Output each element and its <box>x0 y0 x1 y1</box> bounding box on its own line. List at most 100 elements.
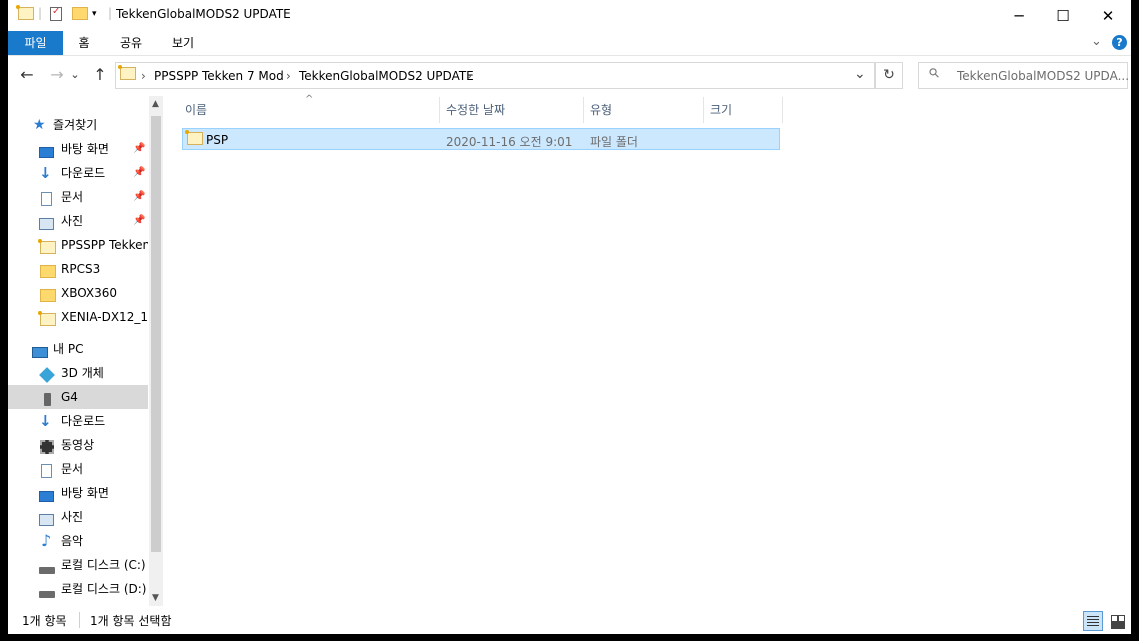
navigation-pane: ★ 즐겨찾기 바탕 화면 📌 ↓ 다운로드 📌 문서 📌 사진 📌 PPSSPP… <box>8 96 163 606</box>
download-icon: ↓ <box>39 412 52 430</box>
nav-label: 사진 <box>61 510 84 524</box>
download-icon: ↓ <box>39 164 52 182</box>
folder-qa-icon[interactable] <box>72 7 88 23</box>
breadcrumb-item-1[interactable]: TekkenGlobalMODS2 UPDATE <box>299 69 474 83</box>
nav-item-this-pc[interactable]: 내 PC <box>8 337 148 361</box>
column-header-size[interactable]: 크기 <box>710 97 780 123</box>
nav-item-downloads-pinned[interactable]: ↓ 다운로드 📌 <box>8 161 148 185</box>
new-folder-qa-icon[interactable] <box>16 5 34 23</box>
nav-item-xenia[interactable]: XENIA-DX12_1.0 <box>8 305 148 329</box>
nav-label: 바탕 화면 <box>61 142 109 156</box>
column-header-name[interactable]: 이름 <box>185 97 439 123</box>
star-icon: ★ <box>33 117 46 133</box>
scroll-down-icon[interactable]: ▼ <box>152 593 159 603</box>
nav-item-desktop-pinned[interactable]: 바탕 화면 📌 <box>8 137 148 161</box>
desktop-icon <box>39 142 55 158</box>
nav-label: 바탕 화면 <box>61 486 109 500</box>
breadcrumb-separator-2[interactable]: › <box>467 69 472 83</box>
nav-item-pictures-pinned[interactable]: 사진 📌 <box>8 209 148 233</box>
minimize-button[interactable]: ─ <box>996 0 1042 31</box>
properties-qa-icon[interactable]: ✓ <box>50 6 62 21</box>
window-title: TekkenGlobalMODS2 UPDATE <box>116 7 291 21</box>
nav-label: XENIA-DX12_1.0 <box>61 310 148 324</box>
nav-item-ppsspp-tekken[interactable]: PPSSPP Tekken <box>8 233 148 257</box>
document-icon <box>41 462 57 478</box>
pin-icon: 📌 <box>133 143 146 154</box>
up-button[interactable]: ↑ <box>89 64 111 86</box>
nav-item-pictures[interactable]: 사진 <box>8 505 148 529</box>
nav-item-quick-access[interactable]: ★ 즐겨찾기 <box>8 113 148 137</box>
column-divider[interactable] <box>583 97 584 123</box>
pictures-icon <box>39 214 55 230</box>
nav-item-documents-pinned[interactable]: 문서 📌 <box>8 185 148 209</box>
ribbon-expand-icon[interactable]: ⌄ <box>1091 34 1102 49</box>
column-divider[interactable] <box>782 97 783 123</box>
nav-item-documents[interactable]: 문서 <box>8 457 148 481</box>
nav-item-desktop[interactable]: 바탕 화면 <box>8 481 148 505</box>
breadcrumb-separator-0[interactable]: › <box>141 69 146 83</box>
nav-item-xbox360[interactable]: XBOX360 <box>8 281 148 305</box>
nav-label: 3D 개체 <box>61 366 104 380</box>
close-button[interactable]: ✕ <box>1085 0 1131 31</box>
nav-scrollbar-thumb[interactable] <box>151 116 161 552</box>
explorer-window: | ✓ ▾ | TekkenGlobalMODS2 UPDATE ─ ☐ ✕ 파… <box>8 0 1131 634</box>
status-divider <box>79 612 80 628</box>
back-button[interactable]: ← <box>16 64 38 86</box>
address-dropdown-icon[interactable]: ⌄ <box>854 66 866 82</box>
nav-label: 다운로드 <box>61 166 106 180</box>
pin-icon: 📌 <box>133 215 146 226</box>
search-input[interactable]: TekkenGlobalMODS2 UPDA... <box>957 69 1129 83</box>
nav-label: 즐겨찾기 <box>53 118 98 132</box>
nav-item-rpcs3[interactable]: RPCS3 <box>8 257 148 281</box>
column-divider[interactable] <box>439 97 440 123</box>
maximize-button[interactable]: ☐ <box>1040 0 1086 31</box>
nav-label: 다운로드 <box>61 414 106 428</box>
nav-label: PPSSPP Tekken <box>61 238 148 252</box>
nav-item-downloads[interactable]: ↓ 다운로드 <box>8 409 148 433</box>
help-icon[interactable]: ? <box>1112 35 1127 50</box>
nav-label: G4 <box>61 390 78 404</box>
folder-icon <box>38 238 56 254</box>
forward-button[interactable]: → <box>46 64 68 86</box>
breadcrumb-separator-1[interactable]: › <box>286 69 291 83</box>
scroll-up-icon[interactable]: ▲ <box>152 99 159 109</box>
nav-item-drive-c[interactable]: 로컬 디스크 (C:) <box>8 553 148 577</box>
nav-label: 로컬 디스크 (D:) <box>61 582 147 596</box>
nav-item-music[interactable]: ♪ 음악 <box>8 529 148 553</box>
address-folder-icon <box>118 65 136 83</box>
nav-label: 문서 <box>61 462 84 476</box>
file-name: PSP <box>206 133 229 147</box>
nav-label: 사진 <box>61 214 84 228</box>
nav-label: RPCS3 <box>61 262 101 276</box>
phone-icon <box>44 390 60 406</box>
refresh-button[interactable]: ↻ <box>875 62 903 89</box>
music-icon: ♪ <box>41 531 52 550</box>
customize-qa-icon[interactable]: ▾ <box>92 9 97 19</box>
recent-locations-button[interactable]: ⌄ <box>68 64 82 86</box>
nav-label: 내 PC <box>53 342 84 356</box>
folder-icon <box>38 310 56 326</box>
nav-item-3d-objects[interactable]: 3D 개체 <box>8 361 148 385</box>
tab-share[interactable]: 공유 <box>112 31 150 55</box>
breadcrumb-item-0[interactable]: PPSSPP Tekken 7 Mod <box>154 69 284 83</box>
title-separator: | <box>108 6 113 20</box>
large-icons-view-button[interactable] <box>1107 611 1127 631</box>
file-type: 파일 폴더 <box>590 135 638 149</box>
column-header-type[interactable]: 유형 <box>590 97 703 123</box>
nav-item-g4[interactable]: G4 <box>8 385 148 409</box>
tab-view[interactable]: 보기 <box>164 31 202 55</box>
tab-home[interactable]: 홈 <box>68 31 100 55</box>
pictures-icon <box>39 510 55 526</box>
status-selected-count: 1개 항목 선택함 <box>90 614 172 628</box>
nav-label: 문서 <box>61 190 84 204</box>
nav-item-drive-d[interactable]: 로컬 디스크 (D:) <box>8 577 148 601</box>
nav-item-videos[interactable]: 동영상 <box>8 433 148 457</box>
desktop-icon <box>39 486 55 502</box>
videos-icon <box>40 438 56 454</box>
column-header-modified[interactable]: 수정한 날짜 <box>446 97 584 123</box>
folder-icon <box>40 286 56 302</box>
details-view-button[interactable] <box>1083 611 1103 631</box>
drive-icon <box>39 558 55 574</box>
column-divider[interactable] <box>703 97 704 123</box>
tab-file[interactable]: 파일 <box>8 31 63 55</box>
